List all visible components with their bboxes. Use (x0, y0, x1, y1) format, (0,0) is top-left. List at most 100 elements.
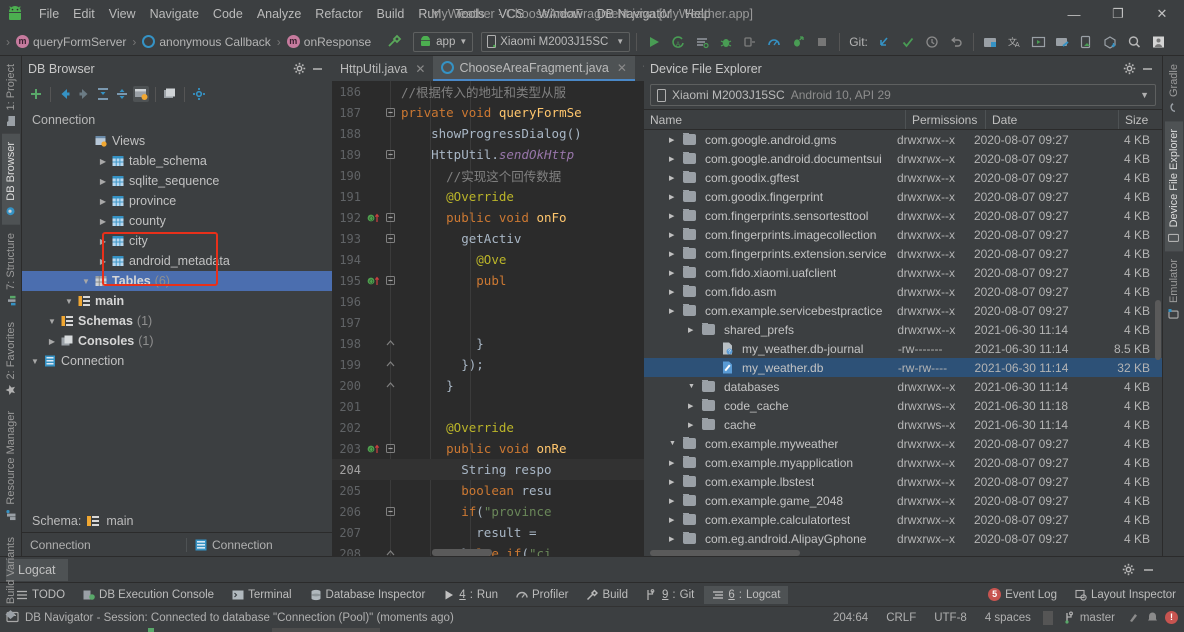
chevron-right-icon[interactable]: ▶ (47, 337, 57, 346)
line-number[interactable]: 192 (332, 211, 366, 225)
chevron-right-icon[interactable]: ▶ (98, 197, 108, 206)
file-list-vertical-scrollbar[interactable] (1155, 300, 1161, 360)
line-number[interactable]: 206 (332, 505, 366, 519)
column-header-permissions[interactable]: Permissions (906, 110, 986, 129)
column-header-size[interactable]: Size (1119, 110, 1162, 129)
git-branch[interactable]: master (1059, 611, 1121, 624)
profiler-icon[interactable] (763, 31, 785, 53)
update-project-icon[interactable] (873, 31, 895, 53)
line-number[interactable]: 189 (332, 148, 366, 162)
chevron-right-icon[interactable]: ▶ (669, 174, 679, 182)
chevron-down-icon[interactable]: ▼ (30, 357, 40, 366)
chevron-down-icon[interactable]: ▼ (81, 277, 91, 286)
menu-item-db-navigator[interactable]: DB Navigator (590, 4, 678, 24)
bottom-tab-logcat[interactable]: 6: Logcat (704, 585, 789, 604)
line-number[interactable]: 195 (332, 274, 366, 288)
fold-toggle-icon[interactable] (383, 233, 397, 244)
file-row[interactable]: ▶ com.example.calculatortest drwxrwx--x 202… (644, 510, 1162, 529)
chevron-right-icon[interactable]: ▶ (688, 421, 698, 429)
fold-toggle-icon[interactable] (383, 149, 397, 160)
db-tree-item-android-metadata[interactable]: ▶ android_metadata (22, 251, 332, 271)
file-row[interactable]: ▶ com.example.game_2048 drwxrwx--x 2020-08-… (644, 491, 1162, 510)
file-row[interactable]: ▶ com.example.lbstest drwxrwx--x 2020-08-07… (644, 472, 1162, 491)
line-number[interactable]: 187 (332, 106, 366, 120)
chevron-right-icon[interactable]: ▶ (98, 257, 108, 266)
forward-icon[interactable] (76, 86, 92, 102)
chevron-right-icon[interactable]: ▶ (669, 136, 679, 144)
line-number[interactable]: 193 (332, 232, 366, 246)
code-line[interactable]: 191 @Override (332, 186, 644, 207)
chevron-right-icon[interactable]: ▶ (688, 402, 698, 410)
chevron-right-icon[interactable]: ▶ (669, 516, 679, 524)
fold-toggle-icon[interactable] (383, 212, 397, 223)
gear-icon[interactable] (1120, 60, 1138, 78)
file-row[interactable]: ▶ com.google.android.documentsui drwxrwx--… (644, 149, 1162, 168)
tool-tab-resource-manager[interactable]: Resource Manager (2, 403, 20, 529)
menu-item-navigate[interactable]: Navigate (143, 4, 206, 24)
menu-item-edit[interactable]: Edit (66, 4, 102, 24)
db-tree-item-sqlite-sequence[interactable]: ▶ sqlite_sequence (22, 171, 332, 191)
back-icon[interactable] (57, 86, 73, 102)
chevron-right-icon[interactable]: ▶ (98, 177, 108, 186)
db-tree-item-county[interactable]: ▶ county (22, 211, 332, 231)
chevron-right-icon[interactable]: ▶ (669, 212, 679, 220)
bottom-tab-db-execution-console[interactable]: DB Execution Console (75, 586, 222, 604)
chevron-down-icon[interactable]: ▼ (688, 383, 698, 390)
code-line[interactable]: 207 result = (332, 522, 644, 543)
tool-tab-gradle[interactable]: Gradle (1165, 56, 1183, 121)
debug-icon[interactable] (715, 31, 737, 53)
line-number[interactable]: 207 (332, 526, 366, 540)
tool-tab-db-browser[interactable]: DB Browser (1, 134, 20, 226)
line-number[interactable]: 203 (332, 442, 366, 456)
menu-item-tools[interactable]: Tools (448, 4, 491, 24)
line-number[interactable]: 190 (332, 169, 366, 183)
line-number[interactable]: 188 (332, 127, 366, 141)
db-tree-item-province[interactable]: ▶ province (22, 191, 332, 211)
minimize-icon[interactable] (308, 60, 326, 78)
editor-horizontal-scrollbar[interactable] (432, 549, 492, 556)
db-browser-tree[interactable]: Views ▶ table_schema ▶ sqlite_sequence ▶ provi… (22, 131, 332, 510)
chevron-down-icon[interactable]: ▼ (47, 317, 57, 326)
file-row[interactable]: ▶ shared_prefs drwxrwx--x 2021-06-30 11:14 4… (644, 320, 1162, 339)
line-separator[interactable]: CRLF (880, 612, 922, 624)
bottom-tab-event-log[interactable]: 5 Event Log (980, 585, 1065, 604)
code-line[interactable]: 202 @Override (332, 417, 644, 438)
notification-icon[interactable] (1146, 611, 1159, 624)
line-number[interactable]: 204 (332, 463, 366, 477)
chevron-right-icon[interactable]: ▶ (98, 217, 108, 226)
file-row[interactable]: ▶ com.goodix.fingerprint drwxrwx--x 2020-08… (644, 187, 1162, 206)
code-line[interactable]: 192 O public void onFo (332, 207, 644, 228)
inspection-icon[interactable] (1127, 611, 1140, 624)
chevron-right-icon[interactable]: ▶ (669, 193, 679, 201)
indent-setting[interactable]: 4 spaces (979, 612, 1037, 624)
file-row[interactable]: ▶ com.fingerprints.extension.service drwxr… (644, 244, 1162, 263)
code-line[interactable]: 186 //根据传入的地址和类型从服 (332, 81, 644, 102)
line-number[interactable]: 186 (332, 85, 366, 99)
bottom-tab-profiler[interactable]: Profiler (508, 586, 576, 604)
code-line[interactable]: 188 showProgressDialog() (332, 123, 644, 144)
code-line[interactable]: 198 } (332, 333, 644, 354)
chevron-right-icon[interactable]: ▶ (669, 478, 679, 486)
close-icon[interactable]: ✕ (415, 62, 425, 76)
fold-toggle-icon[interactable] (383, 506, 397, 517)
minimize-icon[interactable] (1138, 60, 1156, 78)
minimize-icon[interactable] (1138, 560, 1158, 580)
line-number[interactable]: 197 (332, 316, 366, 330)
menu-item-build[interactable]: Build (370, 4, 412, 24)
bottom-tab-database-inspector[interactable]: Database Inspector (302, 586, 434, 604)
code-line[interactable]: 196 (332, 291, 644, 312)
file-row[interactable]: ▼ databases drwxrwx--x 2021-06-30 11:14 4 KB (644, 377, 1162, 396)
file-row[interactable]: ▶ com.fido.asm drwxrwx--x 2020-08-07 09:27 4… (644, 282, 1162, 301)
file-row[interactable]: ▼ com.example.myweather drwxrwx--x 2020-08-… (644, 434, 1162, 453)
chevron-right-icon[interactable]: ▶ (669, 250, 679, 258)
fold-toggle-icon[interactable] (383, 443, 397, 454)
gear-icon[interactable] (1118, 560, 1138, 580)
code-line[interactable]: 203 O public void onRe (332, 438, 644, 459)
file-list-horizontal-scrollbar[interactable] (650, 550, 800, 556)
db-tree-item-tables[interactable]: ▼ Tables (6) (22, 271, 332, 291)
menu-item-file[interactable]: File (32, 4, 66, 24)
minimize-button[interactable]: — (1052, 0, 1096, 28)
db-tree-item-main[interactable]: ▼ main (22, 291, 332, 311)
line-number[interactable]: 194 (332, 253, 366, 267)
avd-manager-icon[interactable]: 文A (1004, 31, 1026, 53)
